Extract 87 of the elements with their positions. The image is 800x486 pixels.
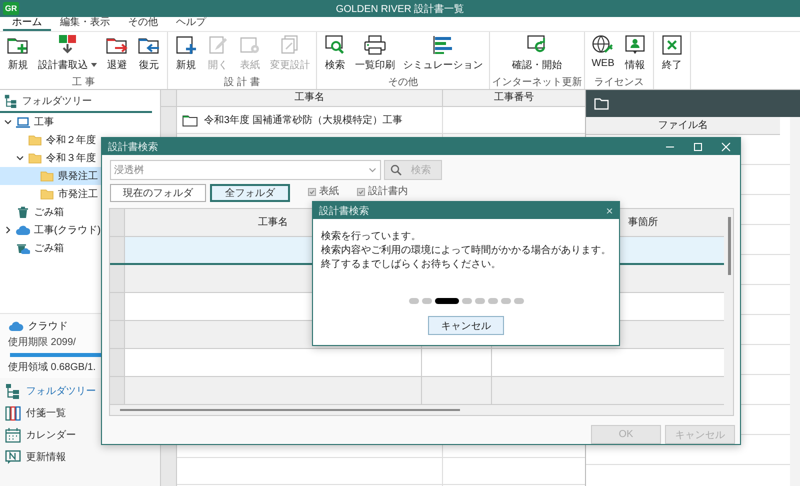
printer-icon: [363, 34, 387, 56]
folder-icon: [594, 98, 609, 110]
ribbon-button[interactable]: 新規: [170, 33, 202, 77]
message-text: 検索内容やご利用の環境によって時間がかかる場合があります。: [321, 245, 612, 257]
calendar-icon: [5, 427, 21, 443]
window-title: GOLDEN RIVER 設計書一覧: [336, 2, 464, 16]
cloud-icon: [16, 224, 30, 236]
tree-item[interactable]: 市発注工: [0, 185, 101, 203]
close-box-icon: [660, 34, 684, 56]
sticky-notes-icon: [5, 405, 21, 421]
panel-title: フォルダツリー: [22, 94, 92, 108]
menu-tab[interactable]: その他: [119, 17, 167, 31]
folder-icon: [182, 114, 198, 126]
group-label: 設 計 書: [224, 77, 260, 89]
checkbox-icon: [357, 188, 365, 196]
tree-item[interactable]: 令和２年度: [0, 131, 99, 149]
nav-item[interactable]: 更新情報: [0, 446, 69, 468]
chevron-right-icon[interactable]: [4, 226, 12, 234]
scrollbar-thumb[interactable]: [120, 409, 460, 411]
column-header: 工事名: [294, 90, 324, 105]
column-header: ファイル名: [658, 120, 708, 131]
ribbon-button[interactable]: 終了: [656, 33, 688, 89]
ribbon-button[interactable]: 一覧印刷: [351, 33, 399, 77]
ribbon-button[interactable]: 設計書取込: [34, 33, 101, 77]
group-label: ライセンス: [594, 77, 644, 89]
cloud-icon: [8, 320, 24, 332]
dialog-title: 設計書検索: [108, 140, 159, 154]
computer-icon: [16, 116, 30, 128]
group-label: その他: [388, 77, 418, 89]
chevron-down-icon[interactable]: [4, 118, 12, 126]
folder-icon: [28, 134, 42, 146]
menu-tab[interactable]: ヘルプ: [167, 17, 215, 31]
nav-item[interactable]: 付箋一覧: [0, 402, 69, 424]
close-button[interactable]: ×: [606, 204, 613, 216]
ribbon-button[interactable]: 復元: [133, 33, 165, 77]
cancel-button[interactable]: キャンセル: [428, 316, 504, 335]
message-text: 終了するまでしばらくお待ちください。: [321, 259, 502, 271]
message-text: 検索を行っています。: [321, 231, 422, 243]
nav-item[interactable]: カレンダー: [0, 424, 79, 446]
close-icon[interactable]: [721, 142, 731, 152]
group-label: 工 事: [72, 77, 95, 89]
scope-button[interactable]: 全フォルダ: [210, 184, 290, 202]
ribbon-button[interactable]: 情報: [619, 33, 651, 77]
group-label: インターネット更新: [492, 77, 582, 89]
maximize-icon[interactable]: [693, 142, 703, 152]
tree-item[interactable]: 県発注工: [0, 167, 101, 185]
cloud-trash-icon: [16, 242, 30, 254]
folder-icon: [40, 188, 54, 200]
search-icon: [390, 164, 402, 176]
menu-tab[interactable]: ホーム: [3, 17, 51, 31]
checkbox-icon: [308, 188, 316, 196]
search-combobox[interactable]: 浸透桝: [110, 160, 381, 180]
table-cell-text: 令和3年度 国補通常砂防（大規模特定）工事: [204, 114, 402, 127]
folder-icon: [40, 170, 54, 182]
trash-icon: [16, 206, 30, 218]
nav-item[interactable]: フォルダツリー: [0, 380, 99, 402]
monitor-person-icon: [623, 34, 647, 56]
ribbon-button[interactable]: 検索: [319, 33, 351, 77]
tree-item[interactable]: 工事(クラウド): [0, 221, 104, 239]
column-header: 工事名: [258, 216, 288, 230]
scrollbar-thumb[interactable]: [728, 216, 731, 275]
tree-item[interactable]: ごみ箱: [0, 239, 67, 257]
ribbon-button[interactable]: 退避: [101, 33, 133, 77]
column-header: 事箇所: [628, 216, 658, 230]
app-logo: GR: [3, 2, 19, 15]
chevron-down-icon[interactable]: [16, 154, 24, 162]
document-plus-icon: [174, 34, 198, 56]
expiry-text: 使用期限 2099/: [8, 336, 77, 349]
caret-icon: [369, 168, 376, 172]
folder-icon: [28, 152, 42, 164]
tree-item[interactable]: 工事: [0, 113, 57, 131]
scope-button[interactable]: 現在のフォルダ: [110, 184, 206, 202]
tree-item[interactable]: 令和３年度: [0, 149, 99, 167]
ribbon-button[interactable]: シミュレーション: [399, 33, 487, 77]
folder-tree-icon: [5, 383, 21, 399]
column-header: 工事番号: [494, 90, 534, 105]
cloud-label: クラウド: [28, 320, 68, 333]
storage-usage: 使用領域 0.68GB/1.: [8, 362, 96, 373]
folder-tree-icon: [4, 94, 18, 108]
news-icon: [5, 449, 21, 465]
ribbon-button[interactable]: 確認・開始: [508, 33, 566, 77]
dialog-title: 設計書検索: [319, 204, 369, 218]
menu-tab[interactable]: 編集・表示: [51, 17, 119, 31]
ribbon-button[interactable]: WEB: [587, 33, 619, 77]
tree-item[interactable]: ごみ箱: [0, 203, 67, 221]
bar-chart-icon: [431, 34, 455, 56]
ribbon-button[interactable]: 新規: [2, 33, 34, 77]
